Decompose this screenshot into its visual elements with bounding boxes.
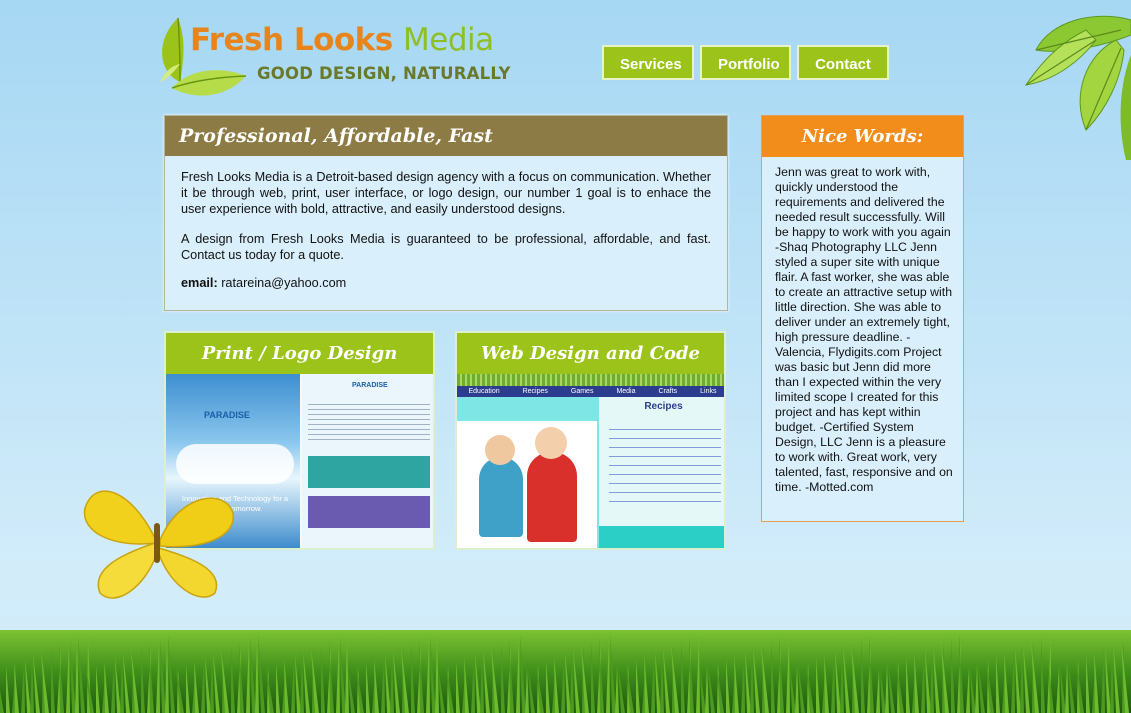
thumb-grass-banner [457, 374, 724, 386]
testimonials-panel: Nice Words: Jenn was great to work with,… [761, 115, 964, 522]
thumb-nav-item: Recipes [522, 388, 548, 395]
butterfly-decoration [83, 490, 234, 599]
grass-decoration [0, 630, 1131, 713]
thumb-nav-item: Games [570, 388, 594, 395]
intro-body: Fresh Looks Media is a Detroit-based des… [165, 156, 727, 291]
web-design-card[interactable]: Web Design and Code Education Recipes Ga… [455, 331, 726, 550]
logo-tagline: GOOD DESIGN, NATURALLY [257, 64, 511, 83]
thumb-child-1-head [485, 435, 515, 465]
testimonials-text: Jenn was great to work with, quickly und… [775, 165, 953, 494]
brochure-inside: PARADISE [302, 374, 433, 548]
thumb-recipes-panel: Recipes [597, 397, 724, 548]
nav-contact-button[interactable]: Contact [797, 45, 889, 80]
thumb-site-nav: Education Recipes Games Media Crafts Lin… [457, 386, 724, 397]
main-nav: Services Portfolio Contact [602, 45, 889, 80]
site-logo[interactable]: Fresh Looks Media GOOD DESIGN, NATURALLY [150, 10, 510, 100]
brochure-teal-panel [308, 456, 430, 488]
web-design-thumbnail[interactable]: Education Recipes Games Media Crafts Lin… [457, 374, 724, 548]
logo-name-primary: Fresh Looks [190, 22, 393, 58]
thumb-child-2 [527, 452, 577, 542]
testimonials-heading: Nice Words: [762, 116, 963, 157]
paradise-brand-text-small: PARADISE [352, 382, 388, 389]
brochure-text-lines [308, 404, 430, 444]
thumb-recipes-title: Recipes [644, 401, 683, 412]
nav-portfolio-button[interactable]: Portfolio [700, 45, 791, 80]
thumb-child-2-head [535, 427, 567, 459]
nav-services-button[interactable]: Services [602, 45, 694, 80]
intro-heading: Professional, Affordable, Fast [165, 116, 727, 156]
print-design-title: Print / Logo Design [166, 333, 433, 374]
intro-paragraph-2: A design from Fresh Looks Media is guara… [181, 232, 711, 262]
paradise-brand-text: PARADISE [204, 410, 250, 420]
thumb-footer-bar [599, 526, 724, 548]
thumb-child-1 [479, 457, 523, 537]
thumb-nav-item: Media [616, 388, 636, 395]
intro-panel: Professional, Affordable, Fast Fresh Loo… [164, 115, 728, 311]
email-label: email: [181, 276, 218, 290]
intro-paragraph-1: Fresh Looks Media is a Detroit-based des… [181, 170, 711, 216]
email-link[interactable]: ratareina@yahoo.com [221, 276, 346, 290]
thumb-nav-item: Links [700, 388, 717, 395]
leaves-decoration [1024, 15, 1131, 160]
thumb-kids-photo [457, 397, 597, 548]
logo-name-secondary: Media [403, 22, 494, 58]
brochure-purple-panel [308, 496, 430, 528]
thumb-nav-item: Education [468, 388, 500, 395]
web-design-title: Web Design and Code [457, 333, 724, 374]
thumb-nav-item: Crafts [658, 388, 678, 395]
email-line: email: ratareina@yahoo.com [181, 275, 711, 291]
thumb-feature-bar [457, 397, 597, 421]
logo-wordmark: Fresh Looks Media [190, 22, 494, 58]
thumb-recipe-links [609, 429, 721, 509]
